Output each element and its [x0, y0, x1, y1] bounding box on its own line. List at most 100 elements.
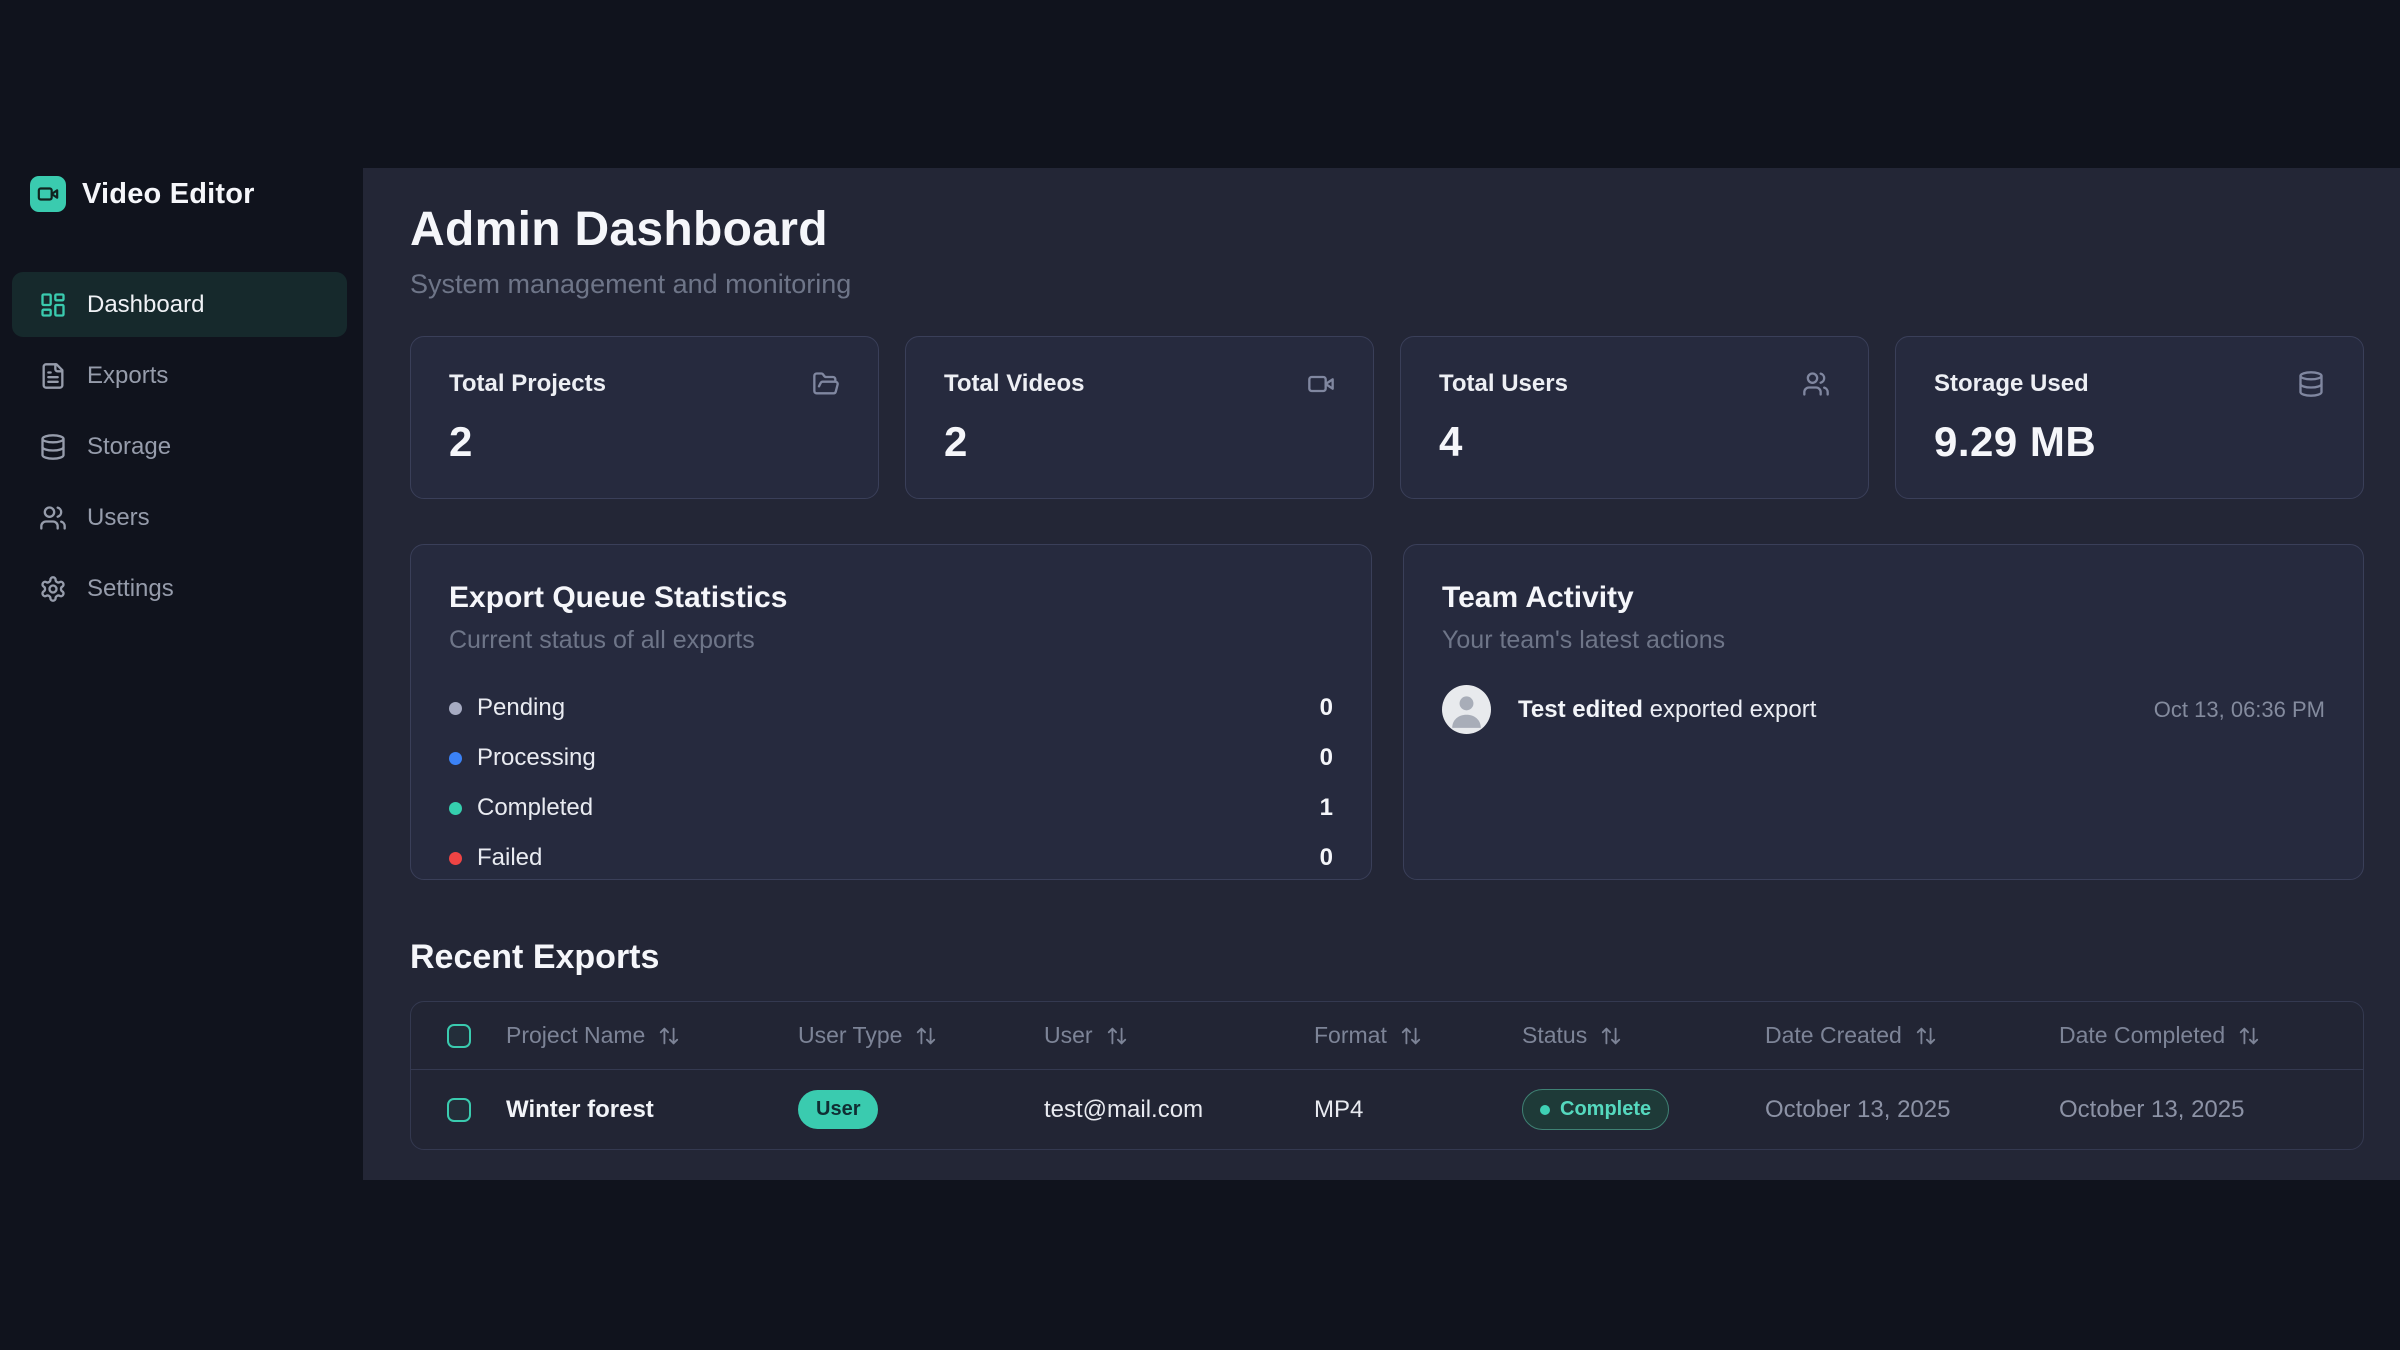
folder-open-icon: [812, 370, 840, 398]
recent-exports-title: Recent Exports: [410, 938, 2364, 977]
column-header-date-completed[interactable]: Date Completed: [2059, 1022, 2363, 1049]
file-text-icon: [39, 362, 67, 390]
page-title: Admin Dashboard: [410, 202, 2364, 257]
stat-value: 9.29 MB: [1934, 418, 2325, 466]
queue-value: 0: [1320, 844, 1333, 872]
stat-label: Total Users: [1439, 370, 1568, 398]
sidebar-item-dashboard[interactable]: Dashboard: [12, 272, 347, 337]
card-subtitle: Current status of all exports: [449, 626, 1333, 655]
format-cell: MP4: [1314, 1096, 1522, 1124]
avatar: [1442, 685, 1491, 734]
team-activity-card: Team Activity Your team's latest actions…: [1403, 544, 2364, 880]
sidebar: Video Editor Dashboard Exports Storage U…: [0, 0, 363, 1350]
card-title: Export Queue Statistics: [449, 581, 1333, 615]
stat-card-total-videos: Total Videos 2: [905, 336, 1374, 499]
recent-exports-table: Project Name User Type User Format Statu…: [410, 1001, 2364, 1150]
sort-arrows-icon: [1600, 1025, 1622, 1047]
stat-label: Total Videos: [944, 370, 1084, 398]
status-badge: Complete: [1522, 1089, 1669, 1130]
sidebar-item-label: Dashboard: [87, 291, 204, 319]
sort-arrows-icon: [1106, 1025, 1128, 1047]
status-cell: Complete: [1522, 1089, 1765, 1130]
sort-arrows-icon: [1400, 1025, 1422, 1047]
activity-timestamp: Oct 13, 06:36 PM: [2154, 697, 2325, 723]
stat-card-storage-used: Storage Used 9.29 MB: [1895, 336, 2364, 499]
stat-value: 4: [1439, 418, 1830, 466]
users-icon: [39, 504, 67, 532]
column-header-status[interactable]: Status: [1522, 1022, 1765, 1049]
sidebar-item-label: Exports: [87, 362, 168, 390]
user-type-cell: User: [798, 1090, 1044, 1129]
column-header-user[interactable]: User: [1044, 1022, 1314, 1049]
gear-icon: [39, 575, 67, 603]
stat-label: Total Projects: [449, 370, 606, 398]
stat-value: 2: [449, 418, 840, 466]
activity-item: Test edited exported export Oct 13, 06:3…: [1442, 685, 2325, 734]
card-subtitle: Your team's latest actions: [1442, 626, 2325, 655]
database-icon: [2297, 370, 2325, 398]
queue-label: Failed: [477, 844, 542, 872]
queue-label: Pending: [477, 694, 565, 722]
user-cell: test@mail.com: [1044, 1096, 1314, 1124]
video-camera-icon: [30, 176, 66, 212]
stat-label: Storage Used: [1934, 370, 2089, 398]
activity-actor-action: Test edited: [1518, 696, 1643, 723]
sidebar-nav: Dashboard Exports Storage Users Settings: [12, 272, 347, 621]
pending-dot: [449, 702, 462, 715]
failed-dot: [449, 852, 462, 865]
queue-label: Completed: [477, 794, 593, 822]
stats-row: Total Projects 2 Total Videos 2 Total Us…: [410, 336, 2364, 499]
date-completed-cell: October 13, 2025: [2059, 1096, 2363, 1124]
row-checkbox[interactable]: [447, 1098, 471, 1122]
sidebar-item-label: Users: [87, 504, 150, 532]
video-camera-icon: [1307, 370, 1335, 398]
export-queue-card: Export Queue Statistics Current status o…: [410, 544, 1372, 880]
queue-row-processing: Processing 0: [449, 733, 1333, 783]
row-checkbox-cell: [411, 1098, 506, 1122]
queue-row-pending: Pending 0: [449, 683, 1333, 733]
sidebar-item-users[interactable]: Users: [12, 485, 347, 550]
processing-dot: [449, 752, 462, 765]
select-all-checkbox[interactable]: [447, 1024, 471, 1048]
middle-row: Export Queue Statistics Current status o…: [410, 544, 2364, 880]
queue-row-failed: Failed 0: [449, 833, 1333, 883]
sidebar-item-label: Settings: [87, 575, 174, 603]
stat-value: 2: [944, 418, 1335, 466]
page-subtitle: System management and monitoring: [410, 269, 2364, 300]
database-icon: [39, 433, 67, 461]
sidebar-item-storage[interactable]: Storage: [12, 414, 347, 479]
queue-list: Pending 0 Processing 0 Completed: [449, 683, 1333, 883]
date-created-cell: October 13, 2025: [1765, 1096, 2059, 1124]
column-header-user-type[interactable]: User Type: [798, 1022, 1044, 1049]
activity-text: Test edited exported export: [1518, 696, 1816, 724]
layout-dashboard-icon: [39, 291, 67, 319]
table-header-row: Project Name User Type User Format Statu…: [411, 1002, 2363, 1070]
queue-row-completed: Completed 1: [449, 783, 1333, 833]
stat-card-total-users: Total Users 4: [1400, 336, 1869, 499]
column-header-format[interactable]: Format: [1314, 1022, 1522, 1049]
stat-card-total-projects: Total Projects 2: [410, 336, 879, 499]
app-title: Video Editor: [82, 178, 255, 211]
queue-value: 0: [1320, 744, 1333, 772]
sidebar-item-exports[interactable]: Exports: [12, 343, 347, 408]
activity-detail: exported export: [1650, 696, 1817, 723]
sidebar-item-settings[interactable]: Settings: [12, 556, 347, 621]
app-logo: Video Editor: [30, 176, 363, 212]
completed-dot: [449, 802, 462, 815]
status-dot: [1540, 1105, 1550, 1115]
queue-value: 0: [1320, 694, 1333, 722]
table-row[interactable]: Winter forest User test@mail.com MP4 Com…: [411, 1070, 2363, 1149]
user-type-badge: User: [798, 1090, 878, 1129]
column-header-date-created[interactable]: Date Created: [1765, 1022, 2059, 1049]
sidebar-item-label: Storage: [87, 433, 171, 461]
sort-arrows-icon: [2238, 1025, 2260, 1047]
queue-value: 1: [1320, 794, 1333, 822]
select-all-cell: [411, 1024, 506, 1048]
column-header-project-name[interactable]: Project Name: [506, 1022, 798, 1049]
sort-arrows-icon: [1915, 1025, 1937, 1047]
sort-arrows-icon: [915, 1025, 937, 1047]
main-content: Admin Dashboard System management and mo…: [363, 168, 2400, 1180]
users-icon: [1802, 370, 1830, 398]
queue-label: Processing: [477, 744, 596, 772]
sort-arrows-icon: [658, 1025, 680, 1047]
